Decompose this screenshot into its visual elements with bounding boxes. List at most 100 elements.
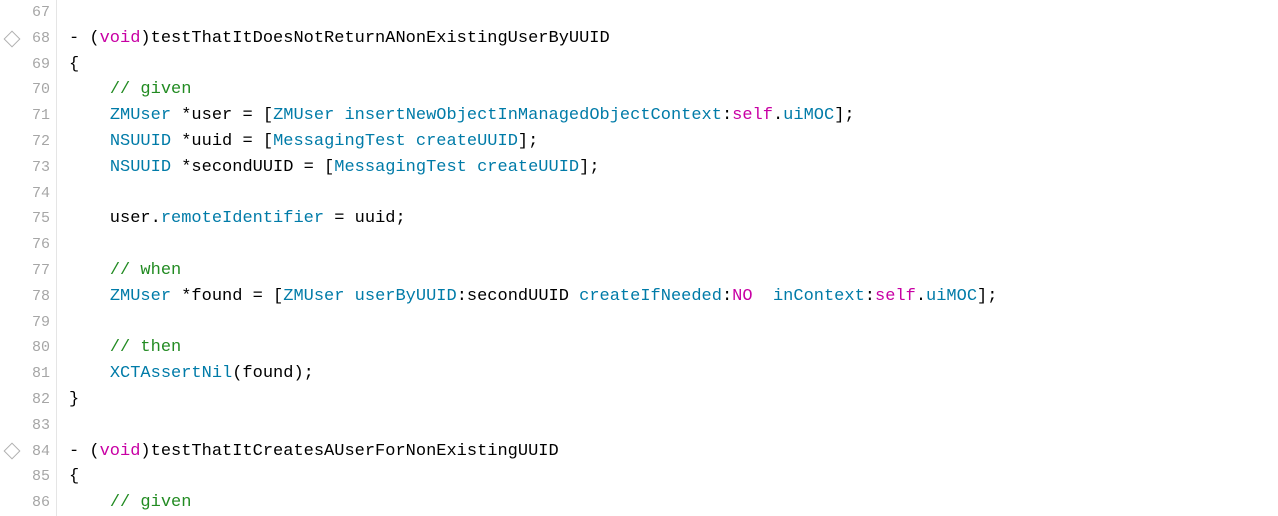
code-line[interactable] xyxy=(69,0,1278,26)
line-number: 79 xyxy=(0,310,50,336)
code-area[interactable]: - (void)testThatItDoesNotReturnANonExist… xyxy=(57,0,1278,516)
code-line[interactable]: NSUUID *uuid = [MessagingTest createUUID… xyxy=(69,129,1278,155)
token-plain: *secondUUID = [ xyxy=(171,158,334,177)
code-line[interactable] xyxy=(69,232,1278,258)
token-plain: . xyxy=(773,106,783,125)
line-number: 81 xyxy=(0,361,50,387)
token-plain: { xyxy=(69,467,79,486)
line-number: 68 xyxy=(0,26,50,52)
code-line[interactable]: - (void)testThatItCreatesAUserForNonExis… xyxy=(69,439,1278,465)
token-plain: (found); xyxy=(232,364,314,383)
code-line[interactable]: NSUUID *secondUUID = [MessagingTest crea… xyxy=(69,155,1278,181)
code-line[interactable]: // given xyxy=(69,490,1278,516)
token-kw-self: self xyxy=(732,106,773,125)
code-line[interactable]: - (void)testThatItDoesNotReturnANonExist… xyxy=(69,26,1278,52)
token-plain: ]; xyxy=(579,158,599,177)
token-plain xyxy=(753,287,773,306)
code-line[interactable]: user.remoteIdentifier = uuid; xyxy=(69,206,1278,232)
code-line[interactable]: { xyxy=(69,464,1278,490)
token-plain: ]; xyxy=(834,106,854,125)
line-number: 70 xyxy=(0,77,50,103)
code-line[interactable] xyxy=(69,310,1278,336)
token-comment: // given xyxy=(110,493,192,512)
code-line[interactable]: { xyxy=(69,52,1278,78)
token-plain: - ( xyxy=(69,442,100,461)
token-plain xyxy=(69,493,110,512)
token-plain: *found = [ xyxy=(171,287,283,306)
token-method: insertNewObjectInManagedObjectContext xyxy=(344,106,721,125)
token-type: MessagingTest xyxy=(334,158,467,177)
token-plain: : xyxy=(722,287,732,306)
token-method: createUUID xyxy=(416,132,518,151)
line-number: 73 xyxy=(0,155,50,181)
code-line[interactable] xyxy=(69,181,1278,207)
line-number: 69 xyxy=(0,52,50,78)
token-plain xyxy=(69,106,110,125)
line-number-gutter: 6768697071727374757677787980818283848586 xyxy=(0,0,57,516)
token-type: NSUUID xyxy=(110,158,171,177)
token-plain xyxy=(69,287,110,306)
token-kw-void: void xyxy=(100,29,141,48)
token-const: NO xyxy=(732,287,752,306)
token-plain xyxy=(69,132,110,151)
token-comment: // then xyxy=(110,338,181,357)
token-plain xyxy=(69,80,110,99)
token-plain xyxy=(334,106,344,125)
token-prop: uiMOC xyxy=(783,106,834,125)
line-number: 75 xyxy=(0,206,50,232)
token-plain: = uuid; xyxy=(324,209,406,228)
code-line[interactable]: ZMUser *found = [ZMUser userByUUID:secon… xyxy=(69,284,1278,310)
line-number: 83 xyxy=(0,413,50,439)
token-comment: // given xyxy=(110,80,192,99)
token-plain xyxy=(69,261,110,280)
code-line[interactable]: XCTAssertNil(found); xyxy=(69,361,1278,387)
token-kw-void: void xyxy=(100,442,141,461)
line-number: 82 xyxy=(0,387,50,413)
code-line[interactable]: ZMUser *user = [ZMUser insertNewObjectIn… xyxy=(69,103,1278,129)
token-plain: :secondUUID xyxy=(457,287,579,306)
token-plain: )testThatItDoesNotReturnANonExistingUser… xyxy=(140,29,609,48)
token-method: createIfNeeded xyxy=(579,287,722,306)
code-editor[interactable]: 6768697071727374757677787980818283848586… xyxy=(0,0,1278,516)
token-type: ZMUser xyxy=(273,106,334,125)
token-plain xyxy=(344,287,354,306)
token-plain: { xyxy=(69,55,79,74)
token-plain: : xyxy=(865,287,875,306)
token-type: NSUUID xyxy=(110,132,171,151)
token-method: userByUUID xyxy=(355,287,457,306)
line-number: 71 xyxy=(0,103,50,129)
code-line[interactable]: // then xyxy=(69,335,1278,361)
token-plain: : xyxy=(722,106,732,125)
token-plain: *user = [ xyxy=(171,106,273,125)
token-plain: ]; xyxy=(518,132,538,151)
line-number: 84 xyxy=(0,439,50,465)
code-line[interactable]: // given xyxy=(69,77,1278,103)
line-number: 72 xyxy=(0,129,50,155)
token-plain xyxy=(467,158,477,177)
token-method: createUUID xyxy=(477,158,579,177)
token-plain xyxy=(69,364,110,383)
token-plain xyxy=(69,158,110,177)
line-number: 85 xyxy=(0,464,50,490)
token-method: inContext xyxy=(773,287,865,306)
token-plain xyxy=(69,338,110,357)
token-type: ZMUser xyxy=(110,106,171,125)
token-plain: )testThatItCreatesAUserForNonExistingUUI… xyxy=(140,442,558,461)
line-number: 76 xyxy=(0,232,50,258)
token-prop: remoteIdentifier xyxy=(161,209,324,228)
line-number: 80 xyxy=(0,335,50,361)
token-plain: - ( xyxy=(69,29,100,48)
token-comment: // when xyxy=(110,261,181,280)
code-line[interactable]: } xyxy=(69,387,1278,413)
token-plain: user. xyxy=(69,209,161,228)
line-number: 78 xyxy=(0,284,50,310)
breakpoint-diamond-icon[interactable] xyxy=(4,443,21,460)
breakpoint-diamond-icon[interactable] xyxy=(4,30,21,47)
token-type: ZMUser xyxy=(110,287,171,306)
code-line[interactable]: // when xyxy=(69,258,1278,284)
line-number: 77 xyxy=(0,258,50,284)
token-type: ZMUser xyxy=(283,287,344,306)
token-prop: uiMOC xyxy=(926,287,977,306)
code-line[interactable] xyxy=(69,413,1278,439)
token-plain: *uuid = [ xyxy=(171,132,273,151)
